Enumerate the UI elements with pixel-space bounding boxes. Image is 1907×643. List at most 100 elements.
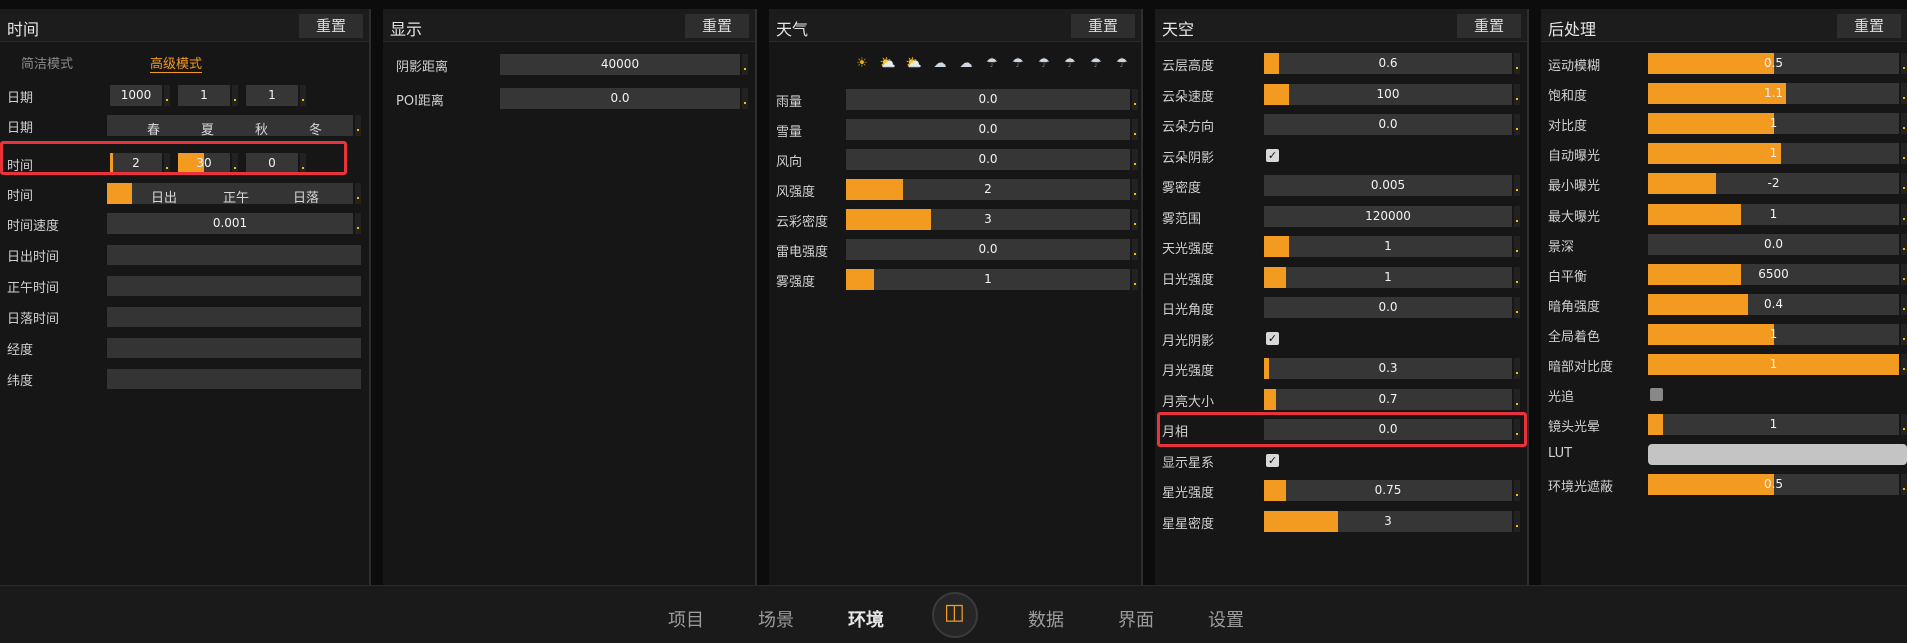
longitude-field[interactable] <box>107 338 361 358</box>
post-slider-14[interactable]: 0.5 <box>1648 474 1899 496</box>
time-speed-field[interactable]: 0.001 <box>107 213 353 234</box>
sky-checkbox-3[interactable]: ✓ <box>1266 148 1279 162</box>
post-handle-7[interactable] <box>1901 263 1907 285</box>
sky-slider-14[interactable]: 0.75 <box>1264 480 1512 501</box>
nav-environment[interactable]: 环境 <box>848 606 884 632</box>
sunny-icon[interactable]: ☀ <box>849 56 875 71</box>
post-slider-10[interactable]: 1 <box>1648 354 1899 375</box>
season-winter[interactable]: 冬 <box>309 119 322 138</box>
season-spring[interactable]: 春 <box>147 119 160 138</box>
preset-sunrise[interactable]: 日出 <box>151 187 177 206</box>
sky-handle-0[interactable] <box>1514 53 1520 74</box>
heavy-rain-icon[interactable]: ☂ <box>1031 56 1057 71</box>
sky-handle-10[interactable] <box>1514 358 1520 379</box>
sky-slider-10[interactable]: 0.3 <box>1264 358 1512 379</box>
light-rain-icon[interactable]: ☂ <box>979 56 1005 71</box>
shadow-distance-handle[interactable] <box>742 54 748 75</box>
post-handle-6[interactable] <box>1901 233 1907 255</box>
post-slider-2[interactable]: 1 <box>1648 113 1899 135</box>
preset-sunset[interactable]: 日落 <box>293 187 319 206</box>
sky-slider-15[interactable]: 3 <box>1264 510 1512 532</box>
weather-slider-1[interactable]: 0.0 <box>846 119 1130 140</box>
season-autumn[interactable]: 秋 <box>255 119 268 138</box>
sky-slider-2[interactable]: 0.0 <box>1264 114 1512 135</box>
nav-settings[interactable]: 设置 <box>1208 606 1244 632</box>
post-handle-1[interactable] <box>1901 83 1907 105</box>
date-month-field[interactable]: 1 <box>178 85 230 106</box>
cloudy-icon[interactable]: ☁ <box>927 56 953 71</box>
mode-advanced-tab[interactable]: 高级模式 <box>150 53 203 73</box>
nav-interface[interactable]: 界面 <box>1118 606 1154 632</box>
post-handle-8[interactable] <box>1901 293 1907 315</box>
post-slider-7[interactable]: 6500 <box>1648 263 1899 285</box>
sky-reset-button[interactable]: 重置 <box>1457 14 1521 38</box>
sky-handle-4[interactable] <box>1514 175 1520 196</box>
sky-slider-5[interactable]: 120000 <box>1264 205 1512 227</box>
post-handle-4[interactable] <box>1901 173 1907 195</box>
post-handle-14[interactable] <box>1901 474 1907 496</box>
weather-handle-6[interactable] <box>1132 269 1138 290</box>
sky-slider-0[interactable]: 0.6 <box>1264 53 1512 74</box>
post-slider-3[interactable]: 1 <box>1648 143 1899 165</box>
weather-handle-0[interactable] <box>1132 89 1138 110</box>
sunrise-field[interactable] <box>107 245 361 265</box>
post-handle-12[interactable] <box>1901 414 1907 436</box>
weather-slider-3[interactable]: 2 <box>846 179 1130 200</box>
post-slider-9[interactable]: 1 <box>1648 323 1899 345</box>
sky-checkbox-13[interactable]: ✓ <box>1266 453 1279 467</box>
poi-distance-handle[interactable] <box>742 88 748 109</box>
post-handle-10[interactable] <box>1901 354 1907 375</box>
post-reset-button[interactable]: 重置 <box>1837 14 1901 38</box>
sky-handle-7[interactable] <box>1514 266 1520 288</box>
partly-cloudy-icon[interactable]: ⛅ <box>875 56 901 71</box>
season-handle[interactable] <box>355 115 361 136</box>
mode-simple-tab[interactable]: 简洁模式 <box>21 53 73 72</box>
post-slider-6[interactable]: 0.0 <box>1648 233 1899 255</box>
date-year-field[interactable]: 1000 <box>110 85 162 106</box>
sky-handle-8[interactable] <box>1514 297 1520 318</box>
post-handle-0[interactable] <box>1901 53 1907 74</box>
post-slider-12[interactable]: 1 <box>1648 414 1899 436</box>
weather-handle-1[interactable] <box>1132 119 1138 140</box>
date-day-handle[interactable] <box>300 85 306 106</box>
sky-handle-11[interactable] <box>1514 388 1520 410</box>
preset-noon[interactable]: 正午 <box>223 187 249 206</box>
post-handle-3[interactable] <box>1901 143 1907 165</box>
sky-handle-6[interactable] <box>1514 236 1520 257</box>
time-speed-handle[interactable] <box>355 213 361 234</box>
time-reset-button[interactable]: 重置 <box>299 14 363 38</box>
post-slider-8[interactable]: 0.4 <box>1648 293 1899 315</box>
post-slider-4[interactable]: -2 <box>1648 173 1899 195</box>
sky-handle-1[interactable] <box>1514 83 1520 105</box>
weather-slider-6[interactable]: 1 <box>846 269 1130 290</box>
sky-slider-7[interactable]: 1 <box>1264 266 1512 288</box>
sky-handle-15[interactable] <box>1514 510 1520 532</box>
weather-handle-2[interactable] <box>1132 149 1138 170</box>
post-handle-9[interactable] <box>1901 323 1907 345</box>
app-logo-button[interactable]: ◫ <box>932 592 978 638</box>
weather-slider-4[interactable]: 3 <box>846 209 1130 230</box>
nav-data[interactable]: 数据 <box>1028 606 1064 632</box>
heavy-snow-icon[interactable]: ☂ <box>1109 56 1135 71</box>
weather-slider-2[interactable]: 0.0 <box>846 149 1130 170</box>
light-snow-icon[interactable]: ☂ <box>1057 56 1083 71</box>
display-reset-button[interactable]: 重置 <box>685 14 749 38</box>
weather-slider-5[interactable]: 0.0 <box>846 239 1130 260</box>
date-day-field[interactable]: 1 <box>246 85 298 106</box>
date-month-handle[interactable] <box>232 85 238 106</box>
shadow-distance-slider[interactable]: 40000 <box>500 54 740 75</box>
season-selector[interactable]: 春 夏 秋 冬 <box>107 115 353 138</box>
sun-cloud-icon[interactable]: ⛅ <box>901 56 927 71</box>
time-preset-selector[interactable]: 日出 正午 日落 <box>107 183 353 206</box>
sky-handle-5[interactable] <box>1514 205 1520 227</box>
post-handle-5[interactable] <box>1901 203 1907 225</box>
nav-scene[interactable]: 场景 <box>758 606 794 632</box>
sky-handle-14[interactable] <box>1514 480 1520 501</box>
weather-handle-3[interactable] <box>1132 179 1138 200</box>
latitude-field[interactable] <box>107 369 361 389</box>
snow-icon[interactable]: ☂ <box>1083 56 1109 71</box>
sky-slider-11[interactable]: 0.7 <box>1264 388 1512 410</box>
sky-slider-8[interactable]: 0.0 <box>1264 297 1512 318</box>
overcast-icon[interactable]: ☁ <box>953 56 979 71</box>
time-preset-handle[interactable] <box>355 183 361 204</box>
